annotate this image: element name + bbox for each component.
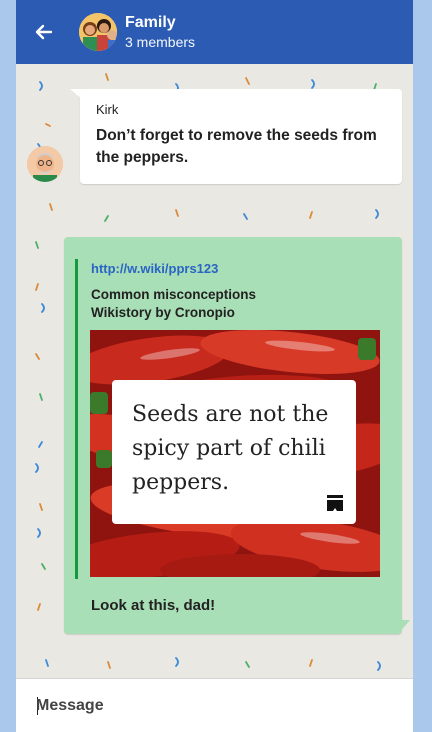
member-count: 3 members: [125, 34, 196, 50]
incoming-message-text: Don’t forget to remove the seeds from th…: [96, 127, 377, 166]
sender-name: Kirk: [96, 102, 119, 117]
link-preview-image[interactable]: Seeds are not the spicy part of chili pe…: [90, 330, 380, 577]
message-composer: [16, 678, 413, 732]
wikistory-text: Seeds are not the spicy part of chili pe…: [132, 402, 329, 495]
chat-title: Family: [125, 14, 176, 31]
wikistory-card: Seeds are not the spicy part of chili pe…: [112, 380, 356, 524]
link-preview-accent: [75, 259, 78, 579]
phone-screen: Family 3 members Kirk Don’t forget to re…: [16, 0, 413, 732]
link-url[interactable]: http://w.wiki/pprs123: [91, 261, 218, 276]
incoming-message[interactable]: Kirk Don’t forget to remove the seeds fr…: [80, 89, 402, 184]
wikistory-icon: [327, 495, 343, 511]
back-button[interactable]: [30, 18, 58, 46]
message-list[interactable]: Kirk Don’t forget to remove the seeds fr…: [16, 64, 413, 678]
link-preview-title: Common misconceptions: [91, 287, 257, 302]
sender-avatar[interactable]: [27, 146, 63, 182]
outgoing-message-text: Look at this, dad!: [91, 597, 216, 614]
outgoing-message[interactable]: http://w.wiki/pprs123 Common misconcepti…: [64, 237, 402, 634]
message-input[interactable]: [36, 693, 386, 719]
group-avatar[interactable]: [79, 13, 117, 51]
chat-header: Family 3 members: [16, 0, 413, 64]
arrow-left-icon: [35, 24, 53, 40]
link-preview-subtitle: Wikistory by Cronopio: [91, 305, 235, 320]
outgoing-bubble-tail: [398, 620, 410, 634]
